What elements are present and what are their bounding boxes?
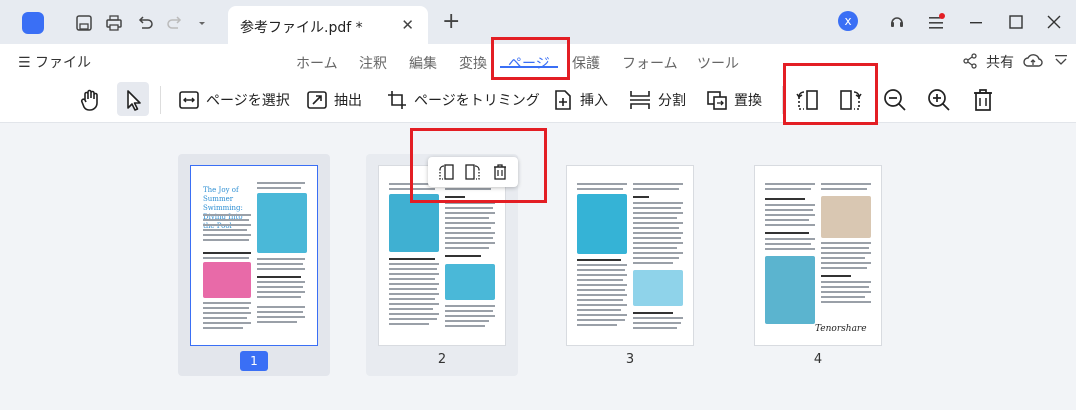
app-logo	[22, 12, 44, 34]
replace-label: 置換	[734, 93, 762, 109]
page-4-image-swimmer	[765, 256, 815, 324]
page-1-thumbnail[interactable]: The Joy of Summer Swimming: Diving Into …	[190, 165, 318, 346]
tab-convert[interactable]: 変換	[459, 53, 487, 73]
page-2-image-swimmer	[445, 264, 495, 300]
select-page-label: ページを選択	[206, 93, 290, 109]
save-icon[interactable]	[75, 14, 93, 32]
tab-annotate[interactable]: 注釈	[359, 53, 387, 73]
new-tab-icon[interactable]: +	[442, 9, 460, 34]
page-1-image-floats	[203, 262, 251, 298]
collapse-ribbon-icon[interactable]	[1054, 53, 1068, 69]
select-page-button[interactable]: ページを選択	[178, 78, 290, 122]
split-button[interactable]: 分割	[628, 78, 686, 122]
close-window-icon[interactable]	[1044, 12, 1064, 32]
page-3-number[interactable]: 3	[614, 352, 646, 367]
replace-icon	[707, 91, 727, 110]
page-1-image-pool	[257, 193, 307, 253]
insert-page-icon	[555, 90, 571, 110]
page-3-thumbnail[interactable]	[566, 165, 694, 346]
page-4-image-family	[821, 196, 871, 238]
tab-home[interactable]: ホーム	[296, 53, 338, 73]
crop-icon	[388, 91, 406, 109]
extract-label: 抽出	[334, 93, 362, 109]
select-cursor-icon[interactable]	[120, 87, 146, 113]
minimize-icon[interactable]	[966, 12, 986, 32]
extract-icon	[307, 91, 327, 109]
page-4-signature: Tenorshare	[815, 324, 867, 334]
replace-button[interactable]: 置換	[706, 78, 762, 122]
print-icon[interactable]	[105, 14, 123, 32]
trim-page-label: ページをトリミング	[414, 93, 540, 109]
split-label: 分割	[658, 93, 686, 109]
insert-label: 挿入	[580, 93, 608, 109]
page-2-number[interactable]: 2	[426, 352, 458, 367]
extract-button[interactable]: 抽出	[306, 78, 362, 122]
hand-tool-icon[interactable]	[78, 87, 104, 113]
trim-page-button[interactable]: ページをトリミング	[386, 78, 540, 122]
highlight-page-hover-toolbar	[410, 128, 547, 203]
select-page-icon	[179, 91, 199, 109]
tab-tools[interactable]: ツール	[697, 53, 739, 73]
page-4-number[interactable]: 4	[802, 352, 834, 367]
document-tab-title: 参考ファイル.pdf *	[240, 20, 363, 36]
support-icon[interactable]	[887, 12, 907, 32]
share-icon[interactable]	[962, 53, 978, 69]
insert-button[interactable]: 挿入	[552, 78, 608, 122]
share-label[interactable]: 共有	[986, 52, 1014, 72]
menu-notification-icon[interactable]	[926, 12, 946, 32]
page-1-number[interactable]: 1	[240, 351, 268, 371]
page-3-image-float	[633, 270, 683, 306]
zoom-in-icon[interactable]	[926, 87, 952, 113]
toolbar-separator	[160, 86, 161, 114]
tab-edit[interactable]: 編集	[409, 53, 437, 73]
page-3-image-pool	[577, 194, 627, 254]
tab-form[interactable]: フォーム	[622, 53, 678, 73]
highlight-page-tab	[491, 37, 570, 80]
cloud-upload-icon[interactable]	[1023, 52, 1043, 70]
tab-protect[interactable]: 保護	[572, 53, 600, 73]
highlight-rotate-buttons	[783, 63, 878, 125]
page-4-thumbnail[interactable]: Tenorshare	[754, 165, 882, 346]
maximize-icon[interactable]	[1006, 12, 1026, 32]
file-menu[interactable]: ☰ ファイル	[18, 52, 91, 72]
split-icon	[630, 91, 650, 109]
redo-icon[interactable]	[166, 14, 184, 32]
document-tab[interactable]: 参考ファイル.pdf * ✕	[228, 6, 428, 44]
user-avatar[interactable]: x	[838, 11, 858, 31]
tab-close-icon[interactable]: ✕	[401, 16, 414, 34]
delete-page-icon[interactable]	[970, 87, 996, 113]
quick-access-dropdown-icon[interactable]	[197, 14, 207, 32]
zoom-out-icon[interactable]	[882, 87, 908, 113]
undo-icon[interactable]	[136, 14, 154, 32]
